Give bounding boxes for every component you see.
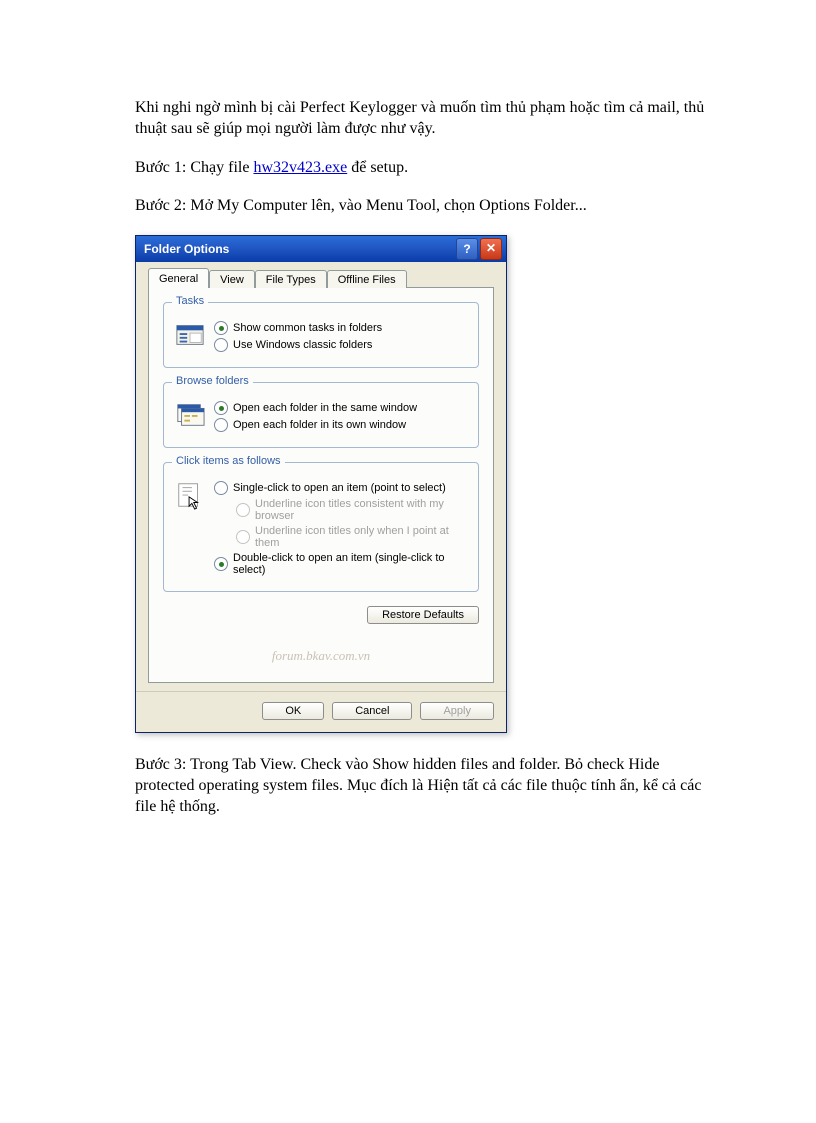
watermark: forum.bkav.com.vn — [163, 648, 479, 664]
close-icon: ✕ — [486, 242, 496, 254]
ok-button[interactable]: OK — [262, 702, 324, 720]
step1-suffix: để setup. — [347, 159, 408, 176]
step-2: Bước 2: Mở My Computer lên, vào Menu Too… — [135, 196, 706, 217]
browse-icon — [174, 399, 206, 431]
underline-browser-label: Underline icon titles consistent with my… — [255, 498, 468, 522]
group-browse-folders: Browse folders Open each folder in the s… — [163, 382, 479, 448]
tabs: General View File Types Offline Files — [148, 270, 494, 288]
group-click-items: Click items as follows Single-click to o… — [163, 462, 479, 592]
titlebar: Folder Options ? ✕ — [136, 236, 506, 262]
browse-legend: Browse folders — [172, 375, 253, 387]
click-legend: Click items as follows — [172, 455, 285, 467]
close-button[interactable]: ✕ — [480, 238, 502, 260]
classic-label: Use Windows classic folders — [233, 339, 372, 351]
single-click-label: Single-click to open an item (point to s… — [233, 482, 446, 494]
cancel-button[interactable]: Cancel — [332, 702, 412, 720]
radio-single-click[interactable]: Single-click to open an item (point to s… — [214, 481, 468, 495]
tasks-legend: Tasks — [172, 295, 208, 307]
underline-point-label: Underline icon titles only when I point … — [255, 525, 468, 549]
folder-options-dialog: Folder Options ? ✕ General View File Typ… — [135, 235, 507, 733]
radio-same-window[interactable]: Open each folder in the same window — [214, 401, 468, 415]
help-button[interactable]: ? — [456, 238, 478, 260]
tab-panel-general: Tasks Show common tasks in folders Use W… — [148, 287, 494, 683]
radio-double-click[interactable]: Double-click to open an item (single-cli… — [214, 552, 468, 576]
restore-defaults-button[interactable]: Restore Defaults — [367, 606, 479, 624]
tasks-icon — [174, 319, 206, 351]
double-click-label: Double-click to open an item (single-cli… — [233, 552, 468, 576]
step-1: Bước 1: Chạy file hw32v423.exe để setup. — [135, 158, 706, 179]
tab-general[interactable]: General — [148, 268, 209, 288]
radio-show-common-tasks[interactable]: Show common tasks in folders — [214, 321, 468, 335]
step1-prefix: Bước 1: Chạy file — [135, 159, 253, 176]
tab-offline-files[interactable]: Offline Files — [327, 270, 407, 288]
own-window-label: Open each folder in its own window — [233, 419, 406, 431]
show-common-label: Show common tasks in folders — [233, 322, 382, 334]
help-icon: ? — [463, 242, 470, 256]
group-tasks: Tasks Show common tasks in folders Use W… — [163, 302, 479, 368]
step-3: Bước 3: Trong Tab View. Check vào Show h… — [135, 755, 706, 817]
radio-underline-browser: Underline icon titles consistent with my… — [236, 498, 468, 522]
tab-view[interactable]: View — [209, 270, 255, 288]
hw32v423-link[interactable]: hw32v423.exe — [253, 159, 347, 176]
same-window-label: Open each folder in the same window — [233, 402, 417, 414]
dialog-footer: OK Cancel Apply — [136, 691, 506, 732]
radio-classic-folders[interactable]: Use Windows classic folders — [214, 338, 468, 352]
apply-button[interactable]: Apply — [420, 702, 494, 720]
window-title: Folder Options — [144, 242, 456, 256]
radio-underline-point: Underline icon titles only when I point … — [236, 525, 468, 549]
click-icon — [174, 479, 206, 511]
intro-text: Khi nghi ngờ mình bị cài Perfect Keylogg… — [135, 98, 706, 140]
tab-file-types[interactable]: File Types — [255, 270, 327, 288]
radio-own-window[interactable]: Open each folder in its own window — [214, 418, 468, 432]
